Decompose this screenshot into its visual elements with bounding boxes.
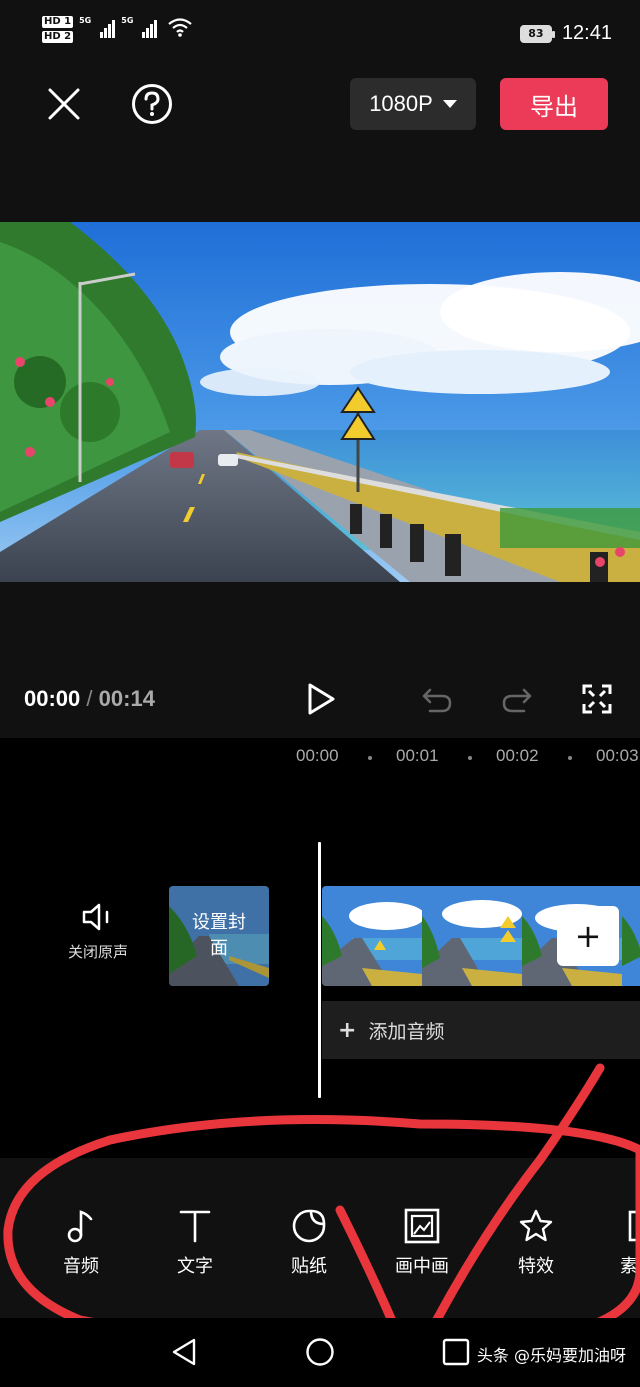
time-separator: / (86, 686, 93, 711)
status-right: 83 12:41 (519, 22, 612, 45)
fullscreen-icon (582, 684, 612, 714)
play-button[interactable] (298, 676, 344, 722)
add-audio-button[interactable]: + 添加音频 (322, 1001, 640, 1059)
resolution-value: 1080P (369, 91, 433, 116)
signal-indicators: HD 1 HD 2 5G 5G (42, 16, 193, 43)
battery-icon: 83 (519, 24, 555, 43)
plus-icon: + (338, 1017, 357, 1043)
tool-audio[interactable]: 音频 (36, 1208, 126, 1278)
ruler-dot (568, 756, 572, 760)
editor-top-bar: 1080P 导出 (0, 70, 640, 222)
tool-label: 特效 (518, 1256, 554, 1277)
material-icon (628, 1210, 636, 1242)
back-button[interactable] (166, 1334, 202, 1370)
sim1-tag: HD 1 (42, 16, 74, 28)
close-button[interactable] (42, 82, 86, 126)
set-cover-button[interactable]: 设置封面 (169, 886, 269, 986)
picture-in-picture-icon (404, 1208, 440, 1244)
effects-star-icon (519, 1209, 553, 1242)
music-note-icon (67, 1210, 93, 1243)
redo-button[interactable] (496, 678, 538, 720)
help-button[interactable] (130, 82, 174, 126)
sim-tags: HD 1 HD 2 (42, 16, 74, 43)
caret-down-icon (442, 100, 457, 108)
resolution-select[interactable]: 1080P (350, 78, 476, 130)
help-icon (132, 84, 172, 124)
cover-label: 设置封面 (169, 886, 269, 986)
ruler-dot (368, 756, 372, 760)
playhead[interactable] (318, 842, 321, 1098)
signal-strength-icon (100, 16, 116, 38)
tool-text[interactable]: 文字 (150, 1208, 240, 1278)
video-preview[interactable] (0, 222, 640, 582)
mute-original-audio-button[interactable]: 关闭原声 (56, 903, 140, 962)
ruler-tick: 00:00 (296, 746, 339, 765)
mute-label: 关闭原声 (67, 943, 128, 961)
add-clip-button[interactable]: + (557, 906, 619, 966)
recents-square-icon (442, 1338, 470, 1366)
home-button[interactable] (302, 1334, 338, 1370)
ruler-dot (468, 756, 472, 760)
export-button[interactable]: 导出 (500, 78, 608, 130)
time-ruler: 00:00 00:01 00:02 00:03 (0, 746, 640, 770)
bottom-toolbar: 音频 文字 贴纸 画中画 特效 素 (0, 1158, 640, 1318)
back-triangle-icon (172, 1338, 196, 1366)
fullscreen-button[interactable] (576, 678, 618, 720)
tool-label: 素 (620, 1256, 638, 1277)
tool-sticker[interactable]: 贴纸 (264, 1208, 354, 1278)
clip-frame (422, 886, 522, 986)
close-icon (48, 88, 80, 120)
sticker-icon (292, 1209, 326, 1243)
sim2-tag: HD 2 (42, 31, 74, 43)
clip-frame (622, 886, 640, 986)
network-type-1: 5G (79, 16, 92, 25)
tool-label: 画中画 (395, 1256, 449, 1277)
watermark: 头条 @乐妈要加油呀 (476, 1346, 626, 1365)
text-icon (179, 1210, 211, 1243)
tool-label: 文字 (177, 1256, 213, 1277)
undo-button[interactable] (416, 678, 458, 720)
total-time: 00:14 (98, 686, 155, 711)
wifi-icon (168, 18, 193, 37)
add-audio-label: 添加音频 (368, 1020, 445, 1043)
play-icon (308, 683, 335, 715)
battery-level: 83 (528, 27, 544, 40)
tool-label: 音频 (63, 1256, 99, 1277)
ruler-tick: 00:02 (496, 746, 539, 765)
clock: 12:41 (561, 22, 612, 44)
status-bar: HD 1 HD 2 5G 5G 83 12:41 (0, 0, 640, 70)
network-type-2: 5G (121, 16, 134, 25)
home-circle-icon (306, 1338, 334, 1366)
tool-picture-in-picture[interactable]: 画中画 (377, 1208, 467, 1278)
player-controls: 00:00 / 00:14 (0, 582, 640, 738)
system-nav-bar: 头条 @乐妈要加油呀 (0, 1318, 640, 1387)
time-readout: 00:00 / 00:14 (24, 686, 155, 712)
current-time: 00:00 (24, 686, 81, 711)
timeline-panel: 00:00 00:01 00:02 00:03 关闭原声 设置封面 + + 添加… (0, 738, 640, 1158)
recents-button[interactable] (438, 1334, 474, 1370)
tool-effects[interactable]: 特效 (491, 1208, 581, 1278)
ruler-tick: 00:03 (596, 746, 639, 765)
ruler-tick: 00:01 (396, 746, 439, 765)
undo-icon (422, 688, 452, 713)
clip-frame (322, 886, 422, 986)
speaker-muted-icon (82, 903, 109, 931)
preview-frame-image (0, 222, 640, 582)
tool-material[interactable]: 素 (600, 1208, 640, 1278)
redo-icon (502, 688, 532, 713)
tool-label: 贴纸 (291, 1256, 327, 1277)
signal-strength-icon-2 (142, 16, 158, 38)
